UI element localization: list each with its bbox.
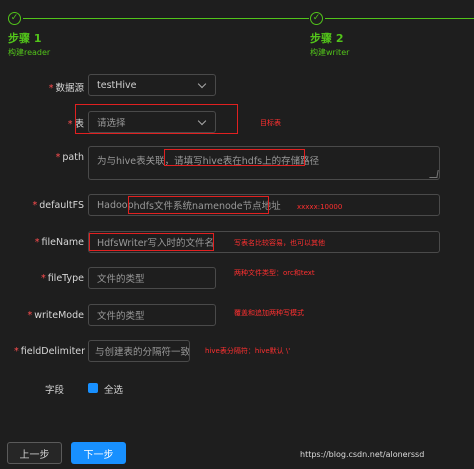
check-icon: ✓ [310, 12, 323, 25]
annotation-box-defaultfs [128, 196, 269, 214]
filename-label: * fileName [34, 237, 84, 248]
step-connector [23, 18, 309, 19]
prev-step-button[interactable]: 上一步 [7, 442, 62, 464]
datasource-select[interactable]: testHive [88, 74, 216, 96]
annotation-box-path [164, 149, 305, 166]
annotation-filename: 写表名比较容易，也可以其他 [234, 239, 325, 247]
fields-label: 字段 [44, 385, 64, 396]
select-all-label: 全选 [104, 385, 124, 396]
table-label: * 表 [67, 119, 84, 130]
step-1-desc: 构建reader [8, 48, 51, 57]
path-placeholder-prefix: 为与hive表关联， [97, 156, 175, 167]
annotation-defaultfs: xxxxx:10000 [297, 203, 343, 211]
annotation-writemode: 覆盖和追加两种写模式 [234, 309, 304, 317]
fielddelimiter-input[interactable]: 与创建表的分隔符一致 [88, 340, 190, 362]
resize-handle-icon[interactable] [429, 170, 439, 178]
fielddelimiter-label: * fieldDelimiter [14, 346, 86, 357]
step-2-title: 步骤 2 [310, 32, 344, 45]
annotation-filetype: 两种文件类型：orc和text [234, 269, 315, 277]
step-1-title: 步骤 1 [8, 32, 42, 45]
fielddelimiter-placeholder: 与创建表的分隔符一致 [95, 347, 190, 358]
step-2-desc: 构建writer [310, 48, 350, 57]
filetype-placeholder: 文件的类型 [97, 274, 145, 285]
writemode-placeholder: 文件的类型 [97, 311, 145, 322]
defaultfs-label: * defaultFS [32, 200, 84, 211]
steps-bar: ✓ ✓ 步骤 1 构建reader 步骤 2 构建writer [0, 0, 474, 62]
filetype-select[interactable]: 文件的类型 [88, 267, 216, 289]
writemode-label: * writeMode [27, 310, 84, 321]
annotation-box-filename [89, 233, 214, 251]
path-label: * path [55, 152, 84, 163]
filetype-label: * fileType [40, 273, 84, 284]
writemode-select[interactable]: 文件的类型 [88, 304, 216, 326]
annotation-table: 目标表 [260, 119, 281, 127]
check-icon: ✓ [8, 12, 21, 25]
datasource-label: * 数据源 [48, 83, 84, 94]
watermark: https://blog.csdn.net/alonerssd [300, 450, 425, 459]
next-step-button[interactable]: 下一步 [71, 442, 126, 464]
annotation-box-table [75, 104, 238, 134]
chevron-down-icon [197, 79, 207, 89]
select-all-checkbox[interactable] [88, 383, 98, 393]
annotation-fielddelimiter: hive表分隔符：hive默认 \' [205, 347, 291, 355]
datasource-value: testHive [97, 79, 137, 91]
step-connector [325, 18, 474, 19]
